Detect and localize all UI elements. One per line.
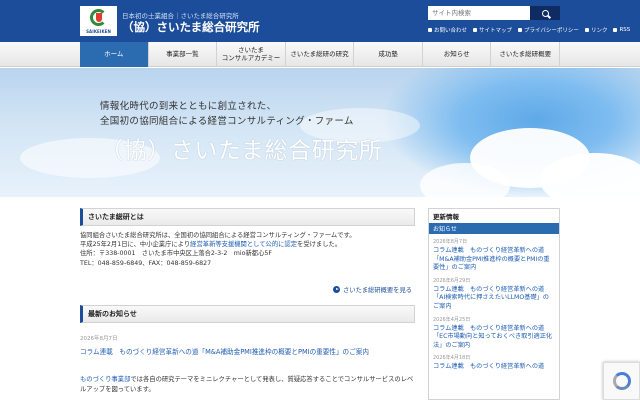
search-icon bbox=[541, 9, 549, 17]
util-link-rss[interactable]: RSS bbox=[613, 25, 630, 35]
list-item: 2026年4月18日 コラム連載 ものづくり経営革新への道 bbox=[429, 350, 559, 372]
update-date: 2026年4月18日 bbox=[433, 355, 471, 362]
lock-icon bbox=[518, 28, 523, 32]
nav-item-overview[interactable]: さいたま総研概要 bbox=[491, 42, 561, 67]
about-address: 住所：〒338-0001 さいたま市中央区上落合2-3-2 mio新都心5F bbox=[80, 250, 272, 258]
about-p2-pre: 平成25年2月1日に、中小企業庁により bbox=[80, 241, 191, 249]
arrow-right-icon bbox=[333, 286, 340, 293]
update-date: 2026年4月25日 bbox=[433, 316, 471, 323]
logo-text: SAIKEIKEN bbox=[86, 29, 111, 34]
mail-icon bbox=[428, 28, 432, 32]
list-item: 2026年4月25日 コラム連載 ものづくり経営革新への道「EC市場動向と知って… bbox=[429, 312, 559, 351]
logo-mark-icon bbox=[90, 9, 107, 26]
hero-subtitle-2: 全国初の協同組合による経営コンサルティング・ファーム bbox=[100, 116, 354, 127]
update-date: 2026年6月29日 bbox=[433, 277, 471, 284]
search-input[interactable] bbox=[428, 6, 530, 20]
nav-bg-left bbox=[0, 42, 80, 67]
about-p2: 平成25年2月1日に、中小企業庁により経営革新等支援機関として公的に認定を受けま… bbox=[80, 240, 415, 249]
nav-bg-right bbox=[560, 42, 640, 67]
recaptcha-icon bbox=[612, 372, 631, 390]
updates-sidebar: 更新情報 お知らせ 2026年8月7日 コラム連載 ものづくり経営革新への道「M… bbox=[428, 208, 560, 400]
update-date: 2026年8月7日 bbox=[433, 239, 468, 245]
about-heading: さいたま総研とは bbox=[80, 208, 415, 226]
sidebar-heading: 更新情報 bbox=[429, 209, 559, 223]
util-link-sitemap[interactable]: サイトマップ bbox=[473, 25, 512, 35]
manufacturing-division-link[interactable]: ものづくり事業部 bbox=[80, 376, 130, 383]
nav-item-success[interactable]: 成功塾 bbox=[354, 42, 423, 67]
list-item: 2026年8月7日 コラム連載 ものづくり経営革新への道「M&A補助金PMI推進… bbox=[429, 234, 559, 273]
sitemap-icon bbox=[473, 28, 478, 32]
nav-item-divisions[interactable]: 事業部一覧 bbox=[149, 42, 218, 67]
site-logo[interactable]: SAIKEIKEN bbox=[80, 6, 117, 36]
about-p1: 協同組合さいたま総合研究所は、全国初の協同組合による経営コンサルティング・ファー… bbox=[80, 232, 356, 239]
rss-icon bbox=[613, 28, 618, 32]
update-link[interactable]: コラム連載 ものづくり経営革新への道「M&A補助金PMI推進枠の概要とPMIの重… bbox=[433, 247, 555, 273]
link-icon bbox=[584, 28, 589, 32]
news-body-text: では各自の研究テーマをミニレクチャーとして発表し、質疑応答することでコンサルサー… bbox=[80, 376, 414, 393]
site-header: SAIKEIKEN 日本初の士業組合｜さいたま総合研究所 （協）さいたま総合研究… bbox=[0, 0, 640, 42]
update-link[interactable]: コラム連載 ものづくり経営革新への道「AI検索時代に押さえたいLLMO基礎」のご… bbox=[433, 286, 555, 312]
nav-item-academy[interactable]: さいたま コンサルアカデミー bbox=[217, 42, 286, 67]
overview-more-label: さいたま総研概要を見る bbox=[343, 287, 413, 294]
about-tel: TEL：048-859-6849、FAX：048-859-6827 bbox=[80, 259, 212, 267]
global-nav: ホーム 事業部一覧 さいたま コンサルアカデミー さいたま総研の研究 成功塾 お… bbox=[80, 42, 561, 67]
util-link-links[interactable]: リンク bbox=[584, 25, 607, 35]
news-date: 2026年8月7日 bbox=[80, 336, 118, 342]
hero-title: （協）さいたま総合研究所 bbox=[100, 138, 383, 164]
utility-links: お問い合わせ サイトマップ プライバシーポリシー リンク RSS bbox=[428, 25, 630, 35]
recaptcha-badge[interactable] bbox=[603, 362, 640, 400]
util-link-privacy[interactable]: プライバシーポリシー bbox=[518, 25, 579, 35]
nav-item-news[interactable]: お知らせ bbox=[423, 42, 492, 67]
news-body: ものづくり事業部では各自の研究テーマをミニレクチャーとして発表し、質疑応答するこ… bbox=[80, 375, 415, 394]
search-button[interactable] bbox=[530, 6, 560, 20]
util-link-contact[interactable]: お問い合わせ bbox=[428, 25, 467, 35]
tab-news[interactable]: お知らせ bbox=[429, 223, 559, 234]
update-link[interactable]: コラム連載 ものづくり経営革新への道「EC市場動向と知っておくべき取引適正化法」… bbox=[433, 325, 555, 351]
certification-link[interactable]: 経営革新等支援機関として公的に認定 bbox=[190, 241, 297, 248]
update-link[interactable]: コラム連載 ものづくり経営革新への道 bbox=[433, 363, 555, 372]
site-name[interactable]: （協）さいたま総合研究所 bbox=[122, 19, 260, 35]
about-text: 協同組合さいたま総合研究所は、全国初の協同組合による経営コンサルティング・ファー… bbox=[80, 231, 415, 268]
nav-item-research[interactable]: さいたま総研の研究 bbox=[286, 42, 355, 67]
nav-item-home[interactable]: ホーム bbox=[80, 42, 149, 67]
hero-subtitle-1: 情報化時代の到来とともに創立された、 bbox=[100, 101, 277, 112]
news-heading: 最新のお知らせ bbox=[80, 305, 415, 323]
news-title-link[interactable]: コラム連載 ものづくり経営革新への道「M&A補助金PMI推進枠の概要とPMIの重… bbox=[80, 346, 369, 356]
about-p2-post: を受けました。 bbox=[297, 241, 342, 249]
overview-more-link[interactable]: さいたま総研概要を見る bbox=[333, 285, 412, 294]
list-item: 2026年6月29日 コラム連載 ものづくり経営革新への道「AI検索時代に押さえ… bbox=[429, 273, 559, 312]
